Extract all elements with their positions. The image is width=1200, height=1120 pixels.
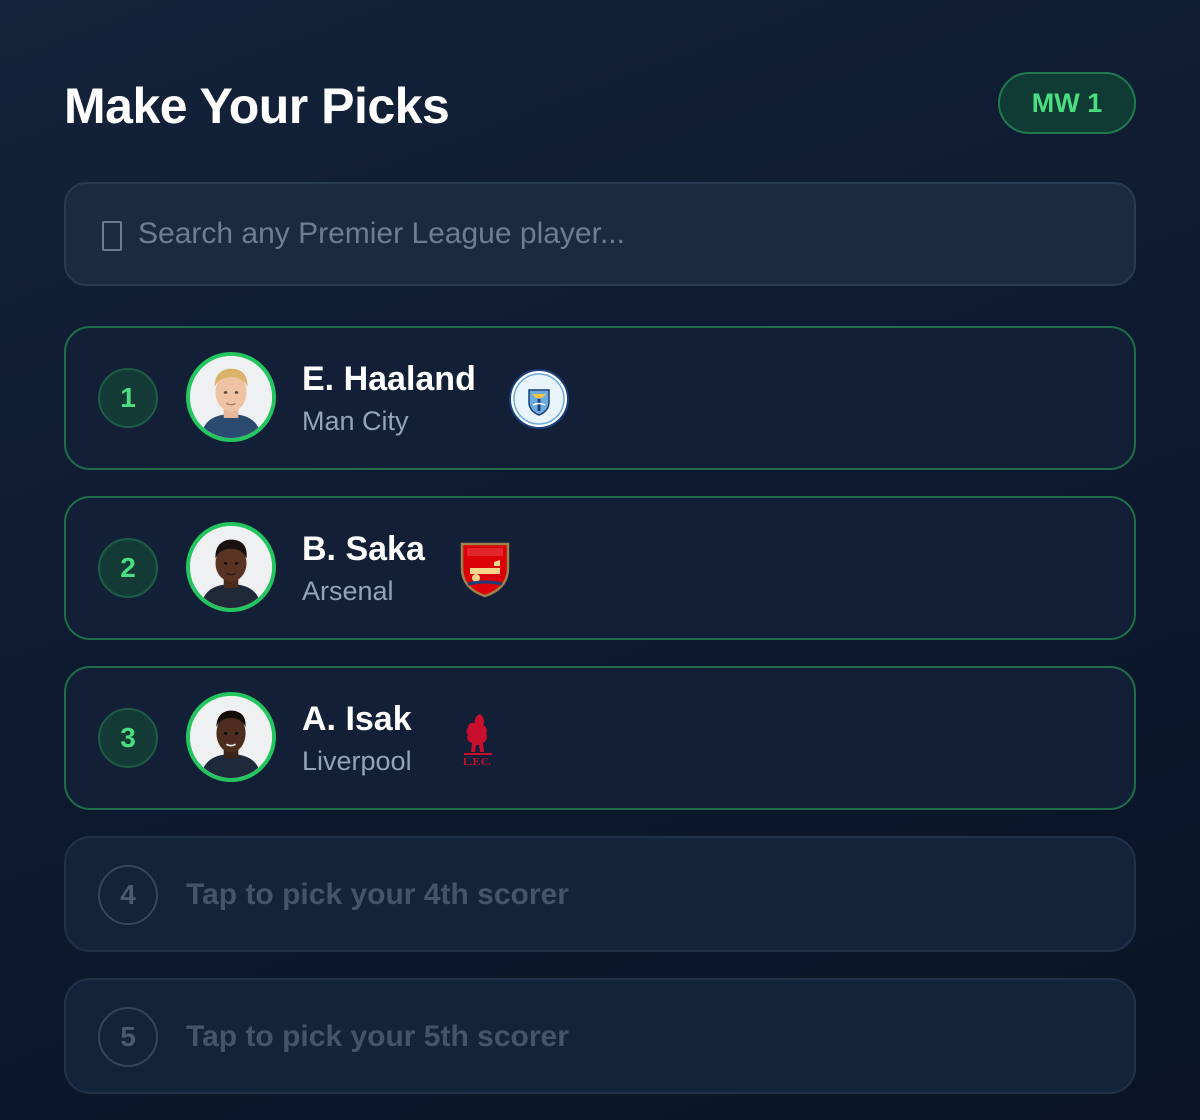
header: Make Your Picks MW 1: [64, 72, 1136, 138]
rank-badge: 1: [98, 368, 158, 428]
liverpool-crest-text: L.F.C.: [463, 758, 491, 768]
rank-badge: 4: [98, 865, 158, 925]
rank-badge: 2: [98, 538, 158, 598]
man-city-crest-icon: [508, 368, 570, 430]
player-team: Man City: [302, 406, 409, 436]
liverpool-crest-icon: L.F.C.: [446, 708, 508, 770]
search-icon: [102, 221, 122, 251]
pick-card-1[interactable]: 1 E. Haaland Man City: [64, 326, 1136, 470]
search-bar[interactable]: [64, 182, 1136, 286]
page-title: Make Your Picks: [64, 78, 450, 134]
player-team: Liverpool: [302, 746, 412, 776]
slot-prompt: Tap to pick your 4th scorer: [186, 878, 569, 911]
empty-pick-slot-4[interactable]: 4 Tap to pick your 4th scorer: [64, 836, 1136, 952]
matchweek-badge[interactable]: MW 1: [998, 72, 1136, 134]
player-photo-isak: [186, 692, 276, 782]
rank-badge: 3: [98, 708, 158, 768]
rank-badge: 5: [98, 1007, 158, 1067]
player-name: E. Haaland: [302, 360, 476, 398]
search-input[interactable]: [138, 209, 1134, 259]
arsenal-crest-icon: [454, 538, 516, 600]
player-team: Arsenal: [302, 576, 394, 606]
player-photo-saka: [186, 522, 276, 612]
player-photo-haaland: [186, 352, 276, 442]
player-name: A. Isak: [302, 700, 412, 738]
empty-pick-slot-5[interactable]: 5 Tap to pick your 5th scorer: [64, 978, 1136, 1094]
slot-prompt: Tap to pick your 5th scorer: [186, 1020, 569, 1053]
player-name: B. Saka: [302, 530, 425, 568]
pick-card-2[interactable]: 2 B. Saka Arsenal: [64, 496, 1136, 640]
pick-card-3[interactable]: 3 A. Isak Liverpool L.F.C.: [64, 666, 1136, 810]
